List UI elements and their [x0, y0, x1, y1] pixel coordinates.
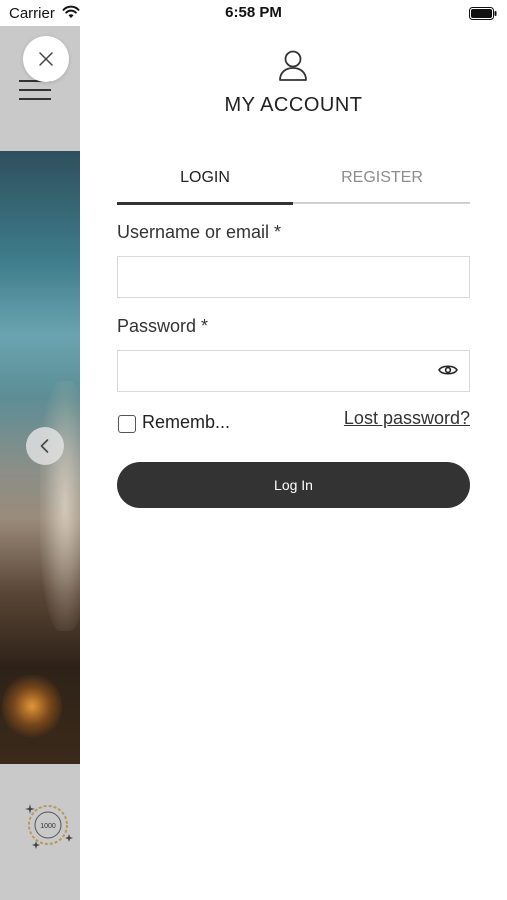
badge-1000-icon: 1000: [25, 804, 73, 849]
hamburger-menu-icon[interactable]: [19, 80, 51, 102]
tab-register[interactable]: REGISTER: [294, 166, 470, 204]
status-bar: Carrier 6:58 PM: [0, 0, 507, 26]
password-label: Password *: [117, 316, 209, 336]
username-input[interactable]: [117, 256, 470, 298]
lost-password-link[interactable]: Lost password?: [344, 408, 470, 429]
badge-text: 1000: [40, 823, 56, 830]
eye-icon[interactable]: [438, 362, 458, 378]
page-title: MY ACCOUNT: [224, 94, 363, 116]
user-icon: [279, 50, 307, 81]
login-button[interactable]: Log In: [117, 462, 470, 508]
clock: 6:58 PM: [225, 4, 282, 21]
remember-checkbox[interactable]: [118, 415, 136, 433]
carousel-prev-button[interactable]: [26, 427, 64, 465]
remember-me: Rememb...: [118, 410, 230, 434]
tab-login[interactable]: LOGIN: [117, 166, 293, 205]
close-drawer-button[interactable]: [23, 36, 69, 82]
chevron-left-icon: [40, 439, 49, 453]
remember-label: Rememb...: [142, 411, 231, 432]
account-tabs: LOGIN REGISTER: [117, 166, 470, 205]
close-icon: [39, 52, 53, 66]
username-label: Username or email *: [117, 222, 282, 242]
password-input[interactable]: [117, 350, 470, 392]
battery-icon: [469, 7, 497, 20]
account-drawer: MY ACCOUNT LOGIN REGISTER Username or em…: [80, 26, 507, 900]
